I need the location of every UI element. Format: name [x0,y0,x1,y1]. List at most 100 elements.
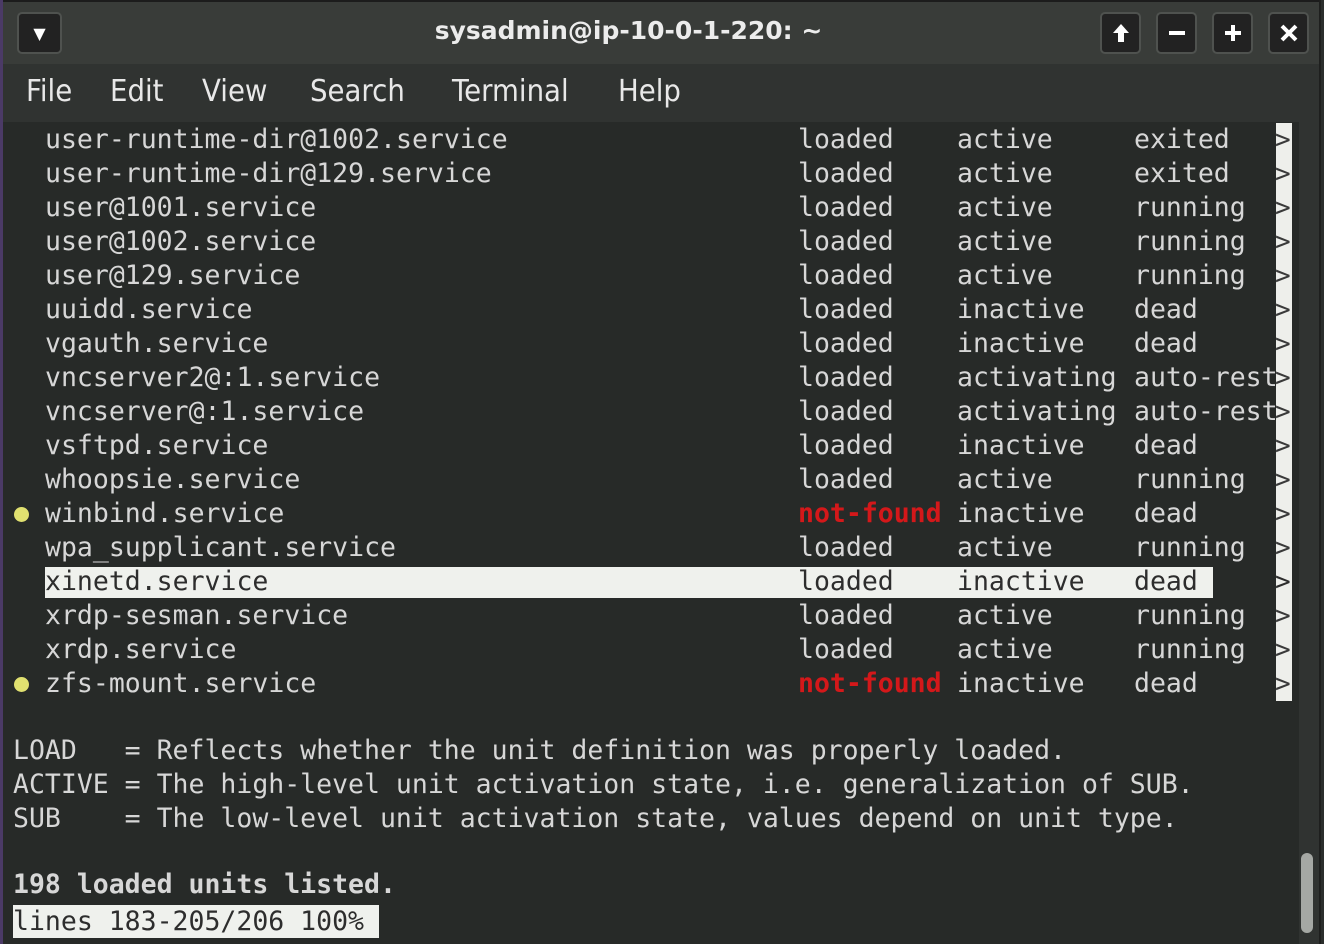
unit-load: not-found [798,498,942,529]
unit-sub: running [1134,600,1246,631]
unit-active: inactive [957,498,1085,529]
unit-row[interactable]: whoopsie.service loaded active running > [3,463,1299,497]
menu-help[interactable]: Help [618,74,681,109]
scrollbar-thumb[interactable] [1301,853,1313,933]
legend-load: LOAD = Reflects whether the unit definit… [13,735,1066,766]
unit-row[interactable]: vgauth.service loaded inactive dead > [3,327,1299,361]
unit-active: active [957,464,1053,495]
unit-active: inactive [957,566,1085,597]
unit-name: uuidd.service [45,294,253,325]
unit-name: winbind.service [45,498,285,529]
unit-row[interactable]: vsftpd.service loaded inactive dead > [3,429,1299,463]
unit-name: user@1001.service [45,192,317,223]
unit-active: active [957,600,1053,631]
menu-search[interactable]: Search [310,74,405,109]
unit-name: user@129.service [45,260,301,291]
truncation-marker: > [1275,261,1291,291]
legend-sub: SUB = The low-level unit activation stat… [13,803,1178,834]
zoom-in-button[interactable] [1212,12,1253,54]
truncation-marker: > [1275,159,1291,189]
unit-name: xrdp-sesman.service [45,600,349,631]
unit-active: active [957,634,1053,665]
truncation-marker: > [1275,601,1291,631]
unit-row[interactable]: winbind.service not-found inactive dead > [3,497,1299,531]
unit-active: active [957,260,1053,291]
unit-load: loaded [798,634,894,665]
unit-row[interactable]: vncserver@:1.service loaded activating auto… [3,395,1299,429]
truncation-marker: > [1275,397,1291,427]
unit-active: activating [957,362,1117,393]
menu-terminal[interactable]: Terminal [452,74,569,109]
unit-row[interactable]: wpa_supplicant.service loaded active runnin… [3,531,1299,565]
arrow-up-icon [1112,24,1129,42]
maximize-button[interactable] [1100,12,1141,54]
truncation-marker: > [1275,295,1291,325]
terminal-output[interactable]: user-runtime-dir@1002.service loaded activ… [3,122,1299,944]
menu-file[interactable]: File [26,74,72,109]
unit-row[interactable]: user@1001.service loaded active running > [3,191,1299,225]
unit-load: loaded [798,464,894,495]
unit-active: inactive [957,668,1085,699]
warning-dot-icon [14,507,29,522]
truncation-marker: > [1275,499,1291,529]
units-summary: 198 loaded units listed. [13,869,396,900]
unit-row[interactable]: vncserver2@:1.service loaded activating aut… [3,361,1299,395]
unit-row[interactable]: user-runtime-dir@1002.service loaded activ… [3,123,1299,157]
truncation-marker: > [1275,669,1291,699]
unit-name: whoopsie.service [45,464,301,495]
unit-sub: dead [1134,294,1198,325]
unit-row-selected[interactable]: xinetd.service loaded inactive dead > [3,565,1299,599]
unit-sub: exited [1134,124,1230,155]
unit-sub: running [1134,634,1246,665]
unit-name: vsftpd.service [45,430,269,461]
unit-name: xrdp.service [45,634,237,665]
unit-load: loaded [798,260,894,291]
unit-load: loaded [798,396,894,427]
unit-load: loaded [798,158,894,189]
window-border [1319,0,1324,944]
truncation-marker: > [1275,329,1291,359]
legend-active: ACTIVE = The high-level unit activation … [13,769,1194,800]
unit-row[interactable]: xrdp-sesman.service loaded active running > [3,599,1299,633]
truncation-marker: > [1275,125,1291,155]
truncation-marker: > [1275,533,1291,563]
unit-sub: exited [1134,158,1230,189]
unit-name: xinetd.service [45,566,269,597]
unit-name: user-runtime-dir@1002.service [45,124,508,155]
unit-load: not-found [798,668,942,699]
warning-dot-icon [14,677,29,692]
minimize-button[interactable] [1156,12,1197,54]
unit-row[interactable]: user-runtime-dir@129.service loaded active… [3,157,1299,191]
unit-active: inactive [957,328,1085,359]
unit-name: wpa_supplicant.service [45,532,396,563]
close-button[interactable] [1268,12,1309,54]
menu-view[interactable]: View [202,74,268,109]
unit-load: loaded [798,600,894,631]
unit-sub: dead [1134,566,1198,597]
menu-edit[interactable]: Edit [110,74,163,109]
unit-active: inactive [957,294,1085,325]
unit-row[interactable]: user@129.service loaded active running > [3,259,1299,293]
truncation-marker: > [1275,465,1291,495]
unit-name: user-runtime-dir@129.service [45,158,492,189]
unit-name: vncserver@:1.service [45,396,365,427]
unit-load: loaded [798,566,894,597]
plus-icon [1224,25,1241,41]
unit-sub: running [1134,464,1246,495]
unit-sub: running [1134,192,1246,223]
unit-row[interactable]: xrdp.service loaded active running > [3,633,1299,667]
unit-active: active [957,192,1053,223]
unit-sub: running [1134,532,1246,563]
unit-load: loaded [798,124,894,155]
unit-active: inactive [957,430,1085,461]
truncation-marker: > [1275,227,1291,257]
unit-row[interactable]: uuidd.service loaded inactive dead > [3,293,1299,327]
unit-load: loaded [798,430,894,461]
unit-row[interactable]: user@1002.service loaded active running > [3,225,1299,259]
unit-row[interactable]: zfs-mount.service not-found inactive dead > [3,667,1299,701]
unit-load: loaded [798,192,894,223]
terminal-window: ▼ sysadmin@ip-10-0-1-220: ~ File Edit Vi… [0,0,1324,944]
pager-status: lines 183-205/206 100% [13,905,379,938]
truncation-marker: > [1275,635,1291,665]
minus-icon [1168,31,1185,35]
